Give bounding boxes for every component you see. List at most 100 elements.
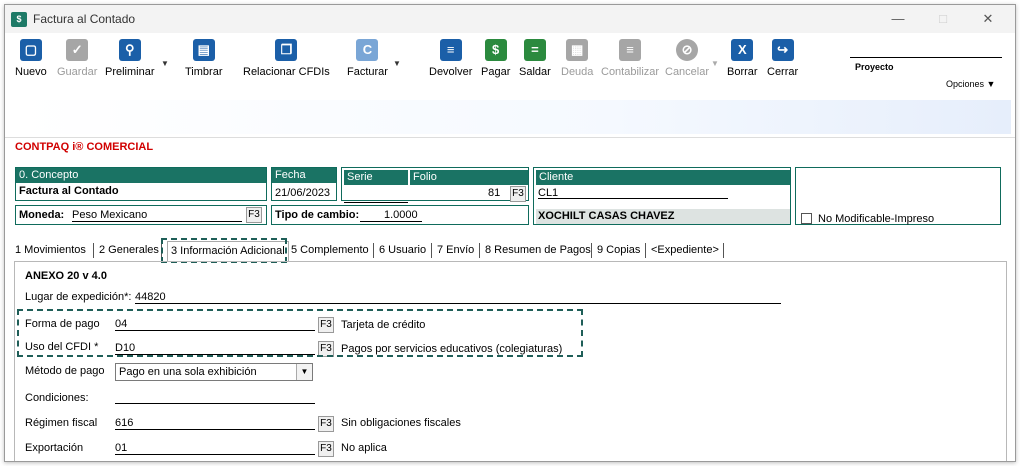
concepto-value[interactable]: Factura al Contado	[19, 185, 119, 197]
cerrar-button[interactable]: ↪ Cerrar	[767, 39, 798, 78]
moneda-f3-button[interactable]: F3	[246, 207, 262, 223]
tab-expediente[interactable]: <Expediente>	[651, 241, 719, 261]
lugar-value[interactable]: 44820	[135, 291, 166, 303]
condiciones-field[interactable]	[115, 403, 315, 404]
lugar-line	[135, 303, 781, 304]
regimen-desc: Sin obligaciones fiscales	[341, 417, 461, 429]
tab-generales[interactable]: 2 Generales	[99, 241, 159, 261]
concepto-header: 0. Concepto	[16, 168, 266, 183]
condiciones-label: Condiciones:	[25, 392, 89, 404]
tab-complemento[interactable]: 5 Complemento	[291, 241, 369, 261]
check-icon: ✓	[66, 39, 89, 61]
cliente-box: Cliente CL1 XOCHILT CASAS CHAVEZ	[533, 167, 791, 225]
guardar-button[interactable]: ✓ Guardar	[57, 39, 97, 78]
pagar-button[interactable]: $ Pagar	[481, 39, 510, 78]
toolbar: ▢ Nuevo ✓ Guardar ⚲ Preliminar ▼ ▤ Timbrar ❐…	[5, 33, 1015, 95]
proyecto-label: Proyecto	[855, 62, 894, 72]
copies-icon: ❐	[275, 39, 298, 61]
tab-divider	[93, 243, 94, 258]
minimize-button[interactable]: —	[889, 10, 907, 28]
no-modificable-label: No Modificable-Impreso	[818, 213, 935, 225]
cliente-code-line	[538, 198, 728, 199]
tab-movimientos[interactable]: 1 Movimientos	[15, 241, 86, 261]
nuevo-button[interactable]: ▢ Nuevo	[15, 39, 47, 78]
maximize-button[interactable]: □	[934, 10, 952, 28]
folio-value[interactable]: 81	[488, 187, 500, 199]
tab-divider	[591, 243, 592, 258]
folio-f3-button[interactable]: F3	[510, 186, 526, 202]
brand-label: CONTPAQ i® COMERCIAL	[15, 141, 154, 153]
tab-usuario[interactable]: 6 Usuario	[379, 241, 426, 261]
tipo-cambio-value[interactable]: 1.0000	[384, 209, 418, 221]
opciones-menu[interactable]: Opciones ▼	[946, 79, 995, 89]
exportacion-desc: No aplica	[341, 442, 387, 454]
info-band	[17, 100, 1011, 134]
preliminar-button[interactable]: ⚲ Preliminar	[105, 39, 155, 78]
regimen-label: Régimen fiscal	[25, 417, 98, 429]
tab-divider	[479, 243, 480, 258]
moneda-line	[72, 221, 242, 222]
debt-icon: ▦	[566, 39, 589, 61]
exportacion-label: Exportación	[25, 442, 84, 454]
no-modificable-checkbox[interactable]	[801, 213, 812, 224]
proyecto-field[interactable]	[850, 57, 1002, 58]
chevron-down-icon[interactable]: ▼	[393, 59, 401, 68]
metodo-value: Pago en una sola exhibición	[119, 366, 257, 378]
chevron-down-icon[interactable]: ▼	[296, 364, 312, 380]
contabilizar-button[interactable]: ≡ Contabilizar	[601, 39, 659, 78]
exportacion-f3-button[interactable]: F3	[318, 441, 334, 457]
close-button[interactable]: ✕	[979, 10, 997, 28]
cancelar-button[interactable]: ⊘ Cancelar	[665, 39, 709, 78]
tipo-cambio-box: Tipo de cambio: 1.0000	[271, 205, 529, 225]
tab-resumen-pagos[interactable]: 8 Resumen de Pagos	[485, 241, 591, 261]
moneda-label: Moneda:	[19, 209, 65, 221]
exportacion-line	[115, 454, 315, 455]
tab-envio[interactable]: 7 Envío	[437, 241, 474, 261]
cancel-icon: ⊘	[676, 39, 699, 61]
regimen-line	[115, 429, 315, 430]
fecha-header: Fecha	[272, 168, 336, 183]
regimen-f3-button[interactable]: F3	[318, 416, 334, 432]
fecha-value[interactable]: 21/06/2023	[275, 187, 330, 199]
chevron-down-icon[interactable]: ▼	[161, 59, 169, 68]
tipo-cambio-label: Tipo de cambio:	[275, 209, 360, 221]
tab-divider	[373, 243, 374, 258]
window-title: Factura al Contado	[33, 12, 136, 26]
metodo-select[interactable]: Pago en una sola exhibición ▼	[115, 363, 313, 381]
stamp-icon: ▤	[192, 39, 215, 61]
title-bar: $ Factura al Contado — □ ✕	[5, 5, 1015, 33]
delete-icon: X	[731, 39, 754, 61]
regimen-value[interactable]: 616	[115, 417, 133, 429]
concepto-box: 0. Concepto Factura al Contado	[15, 167, 267, 201]
saldar-button[interactable]: = Saldar	[519, 39, 551, 78]
borrar-button[interactable]: X Borrar	[727, 39, 758, 78]
timbrar-button[interactable]: ▤ Timbrar	[185, 39, 222, 78]
app-icon: $	[11, 12, 27, 27]
section-title: ANEXO 20 v 4.0	[25, 270, 107, 282]
moneda-value[interactable]: Peso Mexicano	[72, 209, 147, 221]
divider	[5, 137, 1015, 138]
tab-copias[interactable]: 9 Copias	[597, 241, 640, 261]
tab-divider	[431, 243, 432, 258]
tab-divider	[723, 243, 724, 258]
metodo-label: Método de pago	[25, 365, 105, 377]
payment-icon: $	[484, 39, 507, 61]
serie-field[interactable]	[344, 202, 408, 203]
folio-header: Folio	[410, 170, 528, 185]
main-window: $ Factura al Contado — □ ✕ ▢ Nuevo ✓ Guard…	[4, 4, 1016, 462]
relacionar-cfdis-button[interactable]: ❐ Relacionar CFDIs	[243, 39, 330, 78]
exportacion-value[interactable]: 01	[115, 442, 127, 454]
fecha-box: Fecha 21/06/2023	[271, 167, 337, 201]
tipo-cambio-line	[360, 221, 422, 222]
exit-icon: ↪	[771, 39, 794, 61]
devolver-button[interactable]: ≡ Devolver	[429, 39, 472, 78]
ledger-icon: ≡	[619, 39, 642, 61]
chevron-down-icon[interactable]: ▼	[711, 59, 719, 68]
preview-icon: ⚲	[118, 39, 141, 61]
info-panel: ANEXO 20 v 4.0 Lugar de expedición*: 448…	[14, 261, 1007, 461]
facturar-button[interactable]: C Facturar	[347, 39, 388, 78]
deuda-button[interactable]: ▦ Deuda	[561, 39, 593, 78]
tab-divider	[645, 243, 646, 258]
new-document-icon: ▢	[19, 39, 42, 61]
serie-folio-box: Serie Folio 81 F3	[341, 167, 529, 203]
